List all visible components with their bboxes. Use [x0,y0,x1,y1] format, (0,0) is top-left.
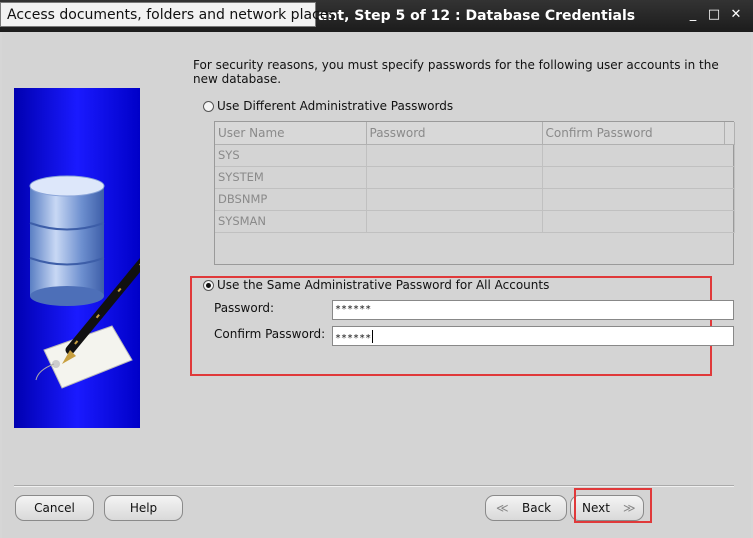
password-field[interactable]: ****** [332,300,734,320]
close-icon[interactable]: ✕ [729,8,743,22]
help-button[interactable]: Help [104,495,183,521]
database-pen-tag-icon [29,175,140,389]
highlight-next-button [574,488,652,523]
radio-same-password-label[interactable]: Use the Same Administrative Password for… [217,278,549,292]
column-header-confirm-password: Confirm Password [542,122,735,145]
table-row: SYSMAN [215,210,735,233]
password-cell [366,188,543,211]
intro-text: For security reasons, you must specify p… [193,58,719,86]
user-name-cell: DBSNMP [215,188,367,211]
table-row: DBSNMP [215,188,735,211]
accounts-table: User Name Password Confirm Password SYS … [214,121,735,265]
confirm-password-cell [542,210,735,233]
table-scroll-corner [724,122,733,144]
table-header-row: User Name Password Confirm Password [215,122,735,145]
radio-different-passwords[interactable] [203,101,214,112]
side-illustration [14,88,140,428]
password-cell [366,166,543,189]
user-name-cell: SYSMAN [215,210,367,233]
back-button[interactable]: ≪ Back [485,495,567,521]
confirm-password-cell [542,144,735,167]
maximize-icon[interactable]: □ [707,8,721,22]
window-title: ant, Step 5 of 12 : Database Credentials [318,8,636,24]
minimize-icon[interactable]: _ [686,8,700,22]
password-cell [366,210,543,233]
back-button-label: Back [522,501,552,515]
password-label: Password: [214,301,275,315]
back-arrow-icon: ≪ [496,501,509,515]
column-header-user-name: User Name [215,122,367,145]
radio-different-passwords-label[interactable]: Use Different Administrative Passwords [217,99,453,113]
column-header-password: Password [366,122,543,145]
confirm-password-cell [542,188,735,211]
tooltip: Access documents, folders and network pl… [0,2,336,27]
password-cell [366,144,543,167]
text-caret [372,330,374,343]
cancel-button[interactable]: Cancel [15,495,94,521]
password-value: ****** [335,304,372,315]
confirm-password-field[interactable]: ****** [332,326,734,346]
table-row: SYS [215,144,735,167]
radio-same-password[interactable] [203,280,214,291]
confirm-password-label: Confirm Password: [214,327,326,341]
user-name-cell: SYSTEM [215,166,367,189]
button-separator [14,485,734,487]
table-row: SYSTEM [215,166,735,189]
confirm-password-value: ****** [335,333,372,344]
confirm-password-cell [542,166,735,189]
user-name-cell: SYS [215,144,367,167]
